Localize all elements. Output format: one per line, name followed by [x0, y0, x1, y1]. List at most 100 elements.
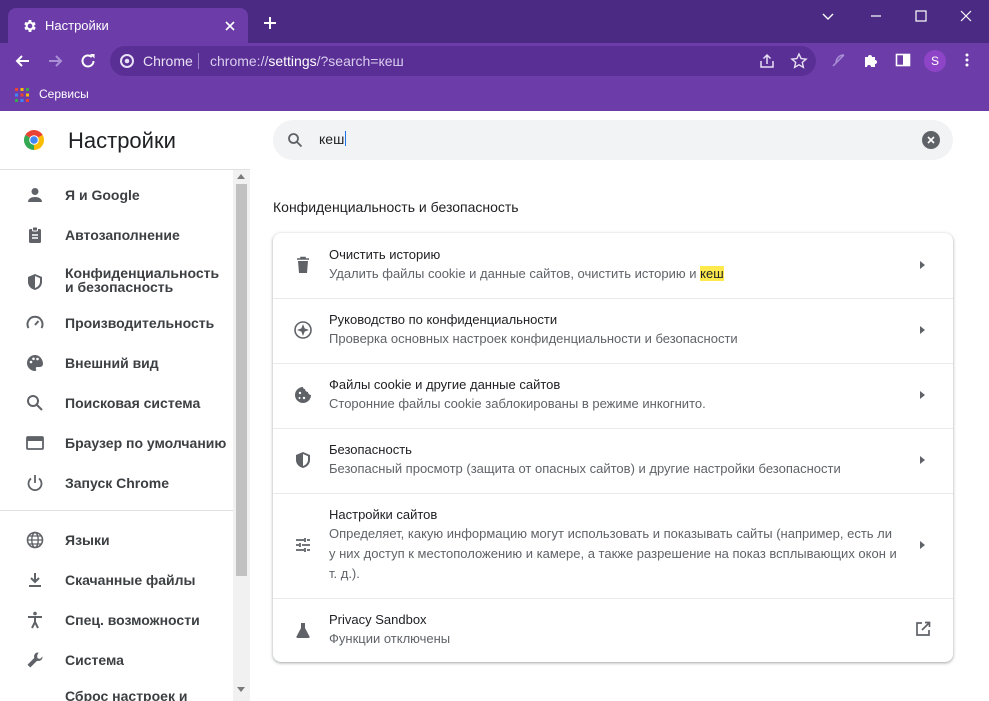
apps-grid-icon[interactable]: [14, 87, 30, 103]
chrome-logo-icon: [120, 54, 134, 68]
sidebar-item-accessibility[interactable]: Спец. возможности: [0, 609, 233, 631]
chevron-down-icon[interactable]: [818, 6, 838, 26]
sidebar-item-appearance[interactable]: Внешний вид: [0, 352, 233, 374]
row-divider: [273, 363, 953, 364]
scroll-up-arrow-icon[interactable]: [237, 174, 245, 179]
chevron-right-icon: [920, 326, 925, 334]
page-title: Настройки: [68, 128, 176, 153]
url-rest: /?search=кеш: [316, 53, 404, 69]
chevron-right-icon: [920, 261, 925, 269]
text-caret: [345, 131, 347, 146]
sidebar-item-label: Запуск Chrome: [65, 475, 170, 491]
row-divider: [273, 598, 953, 599]
kebab-menu-icon[interactable]: [958, 51, 976, 69]
shield-icon: [28, 274, 42, 290]
privacy-settings-card: Очистить историю Удалить файлы cookie и …: [273, 233, 953, 662]
compass-icon: [294, 321, 312, 339]
sidebar-item-search-engine[interactable]: Поисковая система: [0, 392, 233, 414]
row-subtitle: Сторонние файлы cookie заблокированы в р…: [329, 396, 706, 411]
feather-extension-icon[interactable]: [830, 51, 848, 69]
sidebar-item-label: Конфиденциальность и безопасность: [65, 265, 220, 295]
sidebar-item-label: Производительность: [65, 315, 215, 331]
minimize-icon[interactable]: [866, 6, 886, 26]
row-site-settings[interactable]: Настройки сайтов Определяет, какую инфор…: [273, 493, 953, 598]
download-icon: [29, 573, 41, 587]
sidebar-scrollbar[interactable]: [233, 170, 250, 701]
back-arrow-icon[interactable]: [13, 51, 33, 71]
reload-icon[interactable]: [78, 51, 98, 71]
row-subtitle-text: Удалить файлы cookie и данные сайтов, оч…: [329, 266, 701, 281]
chrome-logo-icon: [24, 130, 44, 150]
sidebar-item-reset[interactable]: Сброс настроек и: [0, 686, 233, 701]
row-privacy-guide[interactable]: Руководство по конфиденциальности Провер…: [273, 298, 953, 363]
row-divider: [273, 428, 953, 429]
row-privacy-sandbox[interactable]: Privacy Sandbox Функции отключены: [273, 598, 953, 662]
row-title: Файлы cookie и другие данные сайтов: [329, 377, 561, 392]
palette-icon: [27, 355, 43, 371]
row-divider: [273, 298, 953, 299]
sidebar-item-system[interactable]: Система: [0, 649, 233, 671]
sidebar-item-performance[interactable]: Производительность: [0, 312, 233, 334]
star-icon[interactable]: [790, 52, 808, 70]
sidebar-item-label: Языки: [65, 532, 110, 548]
sidebar-item-label: Внешний вид: [65, 355, 159, 371]
sidebar-divider: [0, 510, 233, 511]
tab-settings[interactable]: Настройки: [8, 8, 248, 43]
row-title: Руководство по конфиденциальности: [329, 312, 558, 327]
sidebar-item-label: Сброс настроек и: [65, 688, 188, 701]
globe-icon: [26, 531, 44, 549]
sidebar-item-label: Поисковая система: [65, 395, 201, 411]
row-title: Очистить историю: [329, 247, 441, 262]
tab-strip: Настройки: [0, 0, 989, 43]
row-title: Privacy Sandbox: [329, 612, 427, 627]
external-link-icon[interactable]: [914, 620, 932, 638]
clipboard-icon: [29, 226, 41, 243]
sidebar-item-on-startup[interactable]: Запуск Chrome: [0, 472, 233, 494]
settings-search-input[interactable]: кеш: [273, 120, 953, 160]
search-icon: [288, 133, 303, 148]
address-bar[interactable]: Chrome chrome://settings/?search=кеш: [110, 46, 816, 76]
tune-icon: [296, 538, 310, 552]
url-text[interactable]: chrome://settings/?search=кеш: [210, 53, 404, 69]
toolbar: Chrome chrome://settings/?search=кеш S: [0, 43, 989, 79]
row-security[interactable]: Безопасность Безопасный просмотр (защита…: [273, 428, 953, 493]
gear-icon: [24, 20, 36, 32]
power-icon: [27, 475, 43, 492]
sidebar-item-languages[interactable]: Языки: [0, 529, 233, 551]
search-value[interactable]: кеш: [319, 131, 347, 147]
flask-icon: [296, 622, 310, 638]
browser-window-icon: [26, 436, 44, 450]
window-close-icon[interactable]: [956, 6, 976, 26]
sidebar-item-you-and-google[interactable]: Я и Google: [0, 184, 233, 206]
sidebar-item-autofill[interactable]: Автозаполнение: [0, 224, 233, 246]
profile-avatar[interactable]: S: [924, 50, 946, 72]
accessibility-icon: [28, 611, 42, 629]
share-icon[interactable]: [758, 52, 776, 70]
url-prefix: chrome://: [210, 53, 269, 69]
sidebar-item-default-browser[interactable]: Браузер по умолчанию: [0, 432, 233, 454]
forward-arrow-icon[interactable]: [45, 51, 65, 71]
clear-search-icon[interactable]: [922, 131, 940, 149]
row-subtitle: Удалить файлы cookie и данные сайтов, оч…: [329, 264, 899, 284]
scrollbar-thumb[interactable]: [236, 184, 247, 576]
new-tab-icon[interactable]: [262, 15, 278, 31]
sidebar-item-downloads[interactable]: Скачанные файлы: [0, 569, 233, 591]
wrench-icon: [27, 652, 43, 668]
side-panel-icon[interactable]: [894, 51, 912, 69]
close-icon[interactable]: [222, 18, 238, 34]
tab-title: Настройки: [45, 18, 109, 33]
sidebar-item-label: Система: [65, 652, 124, 668]
row-subtitle: Функции отключены: [329, 631, 451, 646]
omnibox-site-label: Chrome: [143, 53, 193, 69]
chevron-right-icon: [920, 541, 925, 549]
puzzle-icon[interactable]: [862, 51, 880, 69]
maximize-icon[interactable]: [911, 6, 931, 26]
row-clear-browsing-data[interactable]: Очистить историю Удалить файлы cookie и …: [273, 233, 953, 298]
sidebar-item-privacy[interactable]: Конфиденциальность и безопасность: [0, 264, 233, 300]
bookmark-apps-label[interactable]: Сервисы: [39, 87, 89, 101]
scroll-down-arrow-icon[interactable]: [237, 687, 245, 692]
section-title: Конфиденциальность и безопасность: [273, 199, 519, 215]
row-cookies[interactable]: Файлы cookie и другие данные сайтов Стор…: [273, 363, 953, 428]
row-title: Настройки сайтов: [329, 507, 438, 522]
shield-icon: [296, 452, 310, 468]
